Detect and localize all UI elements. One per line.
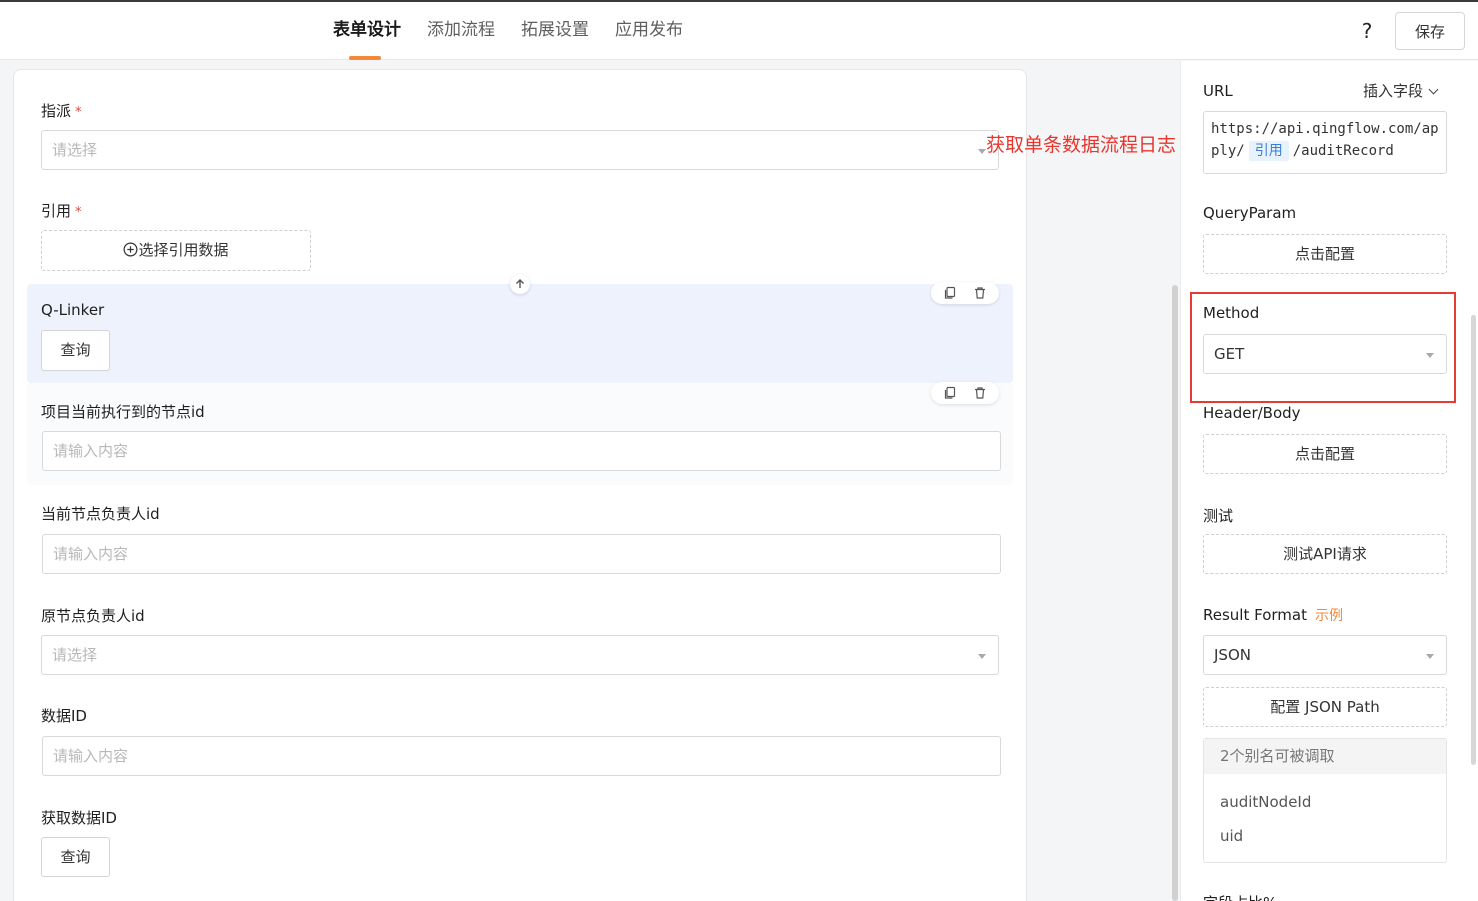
list-item: auditNodeId [1220, 793, 1312, 811]
insert-field-dropdown[interactable]: 插入字段 [1363, 80, 1439, 101]
field-label-original-owner-id: 原节点负责人id [41, 607, 145, 625]
chevron-down-icon [1426, 353, 1434, 358]
data-id-input[interactable]: 请输入内容 [42, 736, 1001, 776]
tab-extension-settings[interactable]: 拓展设置 [521, 2, 589, 60]
field-label-get-data-id: 获取数据ID [41, 809, 117, 827]
top-bar: 表单设计 添加流程 拓展设置 应用发布 ? 保存 [0, 2, 1478, 60]
main-tabs: 表单设计 添加流程 拓展设置 应用发布 [333, 2, 709, 60]
field-toolbar-node-id [931, 382, 999, 404]
copy-icon[interactable] [941, 384, 959, 402]
select-reference-data-button[interactable]: 选择引用数据 [41, 230, 311, 271]
list-item: uid [1220, 827, 1244, 845]
canvas-scrollbar[interactable] [1172, 285, 1178, 901]
form-canvas [13, 69, 1027, 901]
test-api-button[interactable]: 测试API请求 [1203, 534, 1447, 574]
chevron-down-icon [1428, 84, 1439, 95]
result-format-label: Result Format 示例 [1203, 606, 1343, 624]
node-id-input[interactable]: 请输入内容 [42, 431, 1001, 471]
tab-add-process[interactable]: 添加流程 [427, 2, 495, 60]
result-format-select[interactable]: JSON [1203, 635, 1447, 675]
header-body-label: Header/Body [1203, 404, 1301, 422]
save-button[interactable]: 保存 [1395, 12, 1465, 50]
url-reference-chip[interactable]: 引用 [1248, 141, 1289, 161]
field-ratio-label: 字段占比% [1203, 892, 1277, 901]
selected-field-qlinker[interactable] [27, 284, 1013, 383]
method-label: Method [1203, 304, 1260, 322]
field-label-reference: 引用 * [41, 202, 82, 220]
chevron-down-icon [1426, 654, 1434, 659]
get-data-id-query-button[interactable]: 查询 [41, 837, 110, 877]
trash-icon[interactable] [971, 384, 989, 402]
alias-list: 2个别名可被调取 auditNodeId uid [1203, 738, 1447, 863]
annotation-note: 获取单条数据流程日志 [986, 134, 1177, 156]
field-label-data-id: 数据ID [41, 707, 87, 725]
json-path-config-button[interactable]: 配置 JSON Path [1203, 687, 1447, 727]
tab-app-publish[interactable]: 应用发布 [615, 2, 683, 60]
move-up-icon[interactable] [510, 274, 530, 294]
chevron-down-icon [978, 149, 986, 154]
alias-list-header: 2个别名可被调取 [1204, 739, 1446, 774]
url-label: URL [1203, 82, 1233, 100]
query-param-label: QueryParam [1203, 204, 1297, 222]
original-owner-id-select[interactable]: 请选择 [41, 635, 999, 675]
field-label-qlinker: Q-Linker [41, 301, 105, 319]
copy-icon[interactable] [941, 284, 959, 302]
url-editor[interactable]: https://api.qingflow.com/apply/引用/auditR… [1203, 111, 1447, 174]
plus-circle-icon [123, 242, 138, 257]
tab-form-design[interactable]: 表单设计 [333, 2, 401, 60]
assign-select[interactable]: 请选择 [41, 130, 999, 170]
chevron-down-icon [978, 654, 986, 659]
method-select[interactable]: GET [1203, 334, 1447, 374]
example-link[interactable]: 示例 [1315, 608, 1343, 624]
help-icon[interactable]: ? [1356, 16, 1378, 46]
query-param-config-button[interactable]: 点击配置 [1203, 234, 1447, 274]
header-body-config-button[interactable]: 点击配置 [1203, 434, 1447, 474]
owner-id-input[interactable]: 请输入内容 [42, 534, 1001, 574]
field-label-owner-id: 当前节点负责人id [41, 505, 160, 523]
field-label-assign: 指派 * [41, 102, 82, 120]
trash-icon[interactable] [971, 284, 989, 302]
field-label-node-id: 项目当前执行到的节点id [41, 403, 205, 421]
field-toolbar-qlinker [931, 282, 999, 304]
test-label: 测试 [1203, 507, 1234, 525]
qlinker-query-button[interactable]: 查询 [41, 330, 110, 371]
panel-scrollbar[interactable] [1471, 315, 1476, 765]
